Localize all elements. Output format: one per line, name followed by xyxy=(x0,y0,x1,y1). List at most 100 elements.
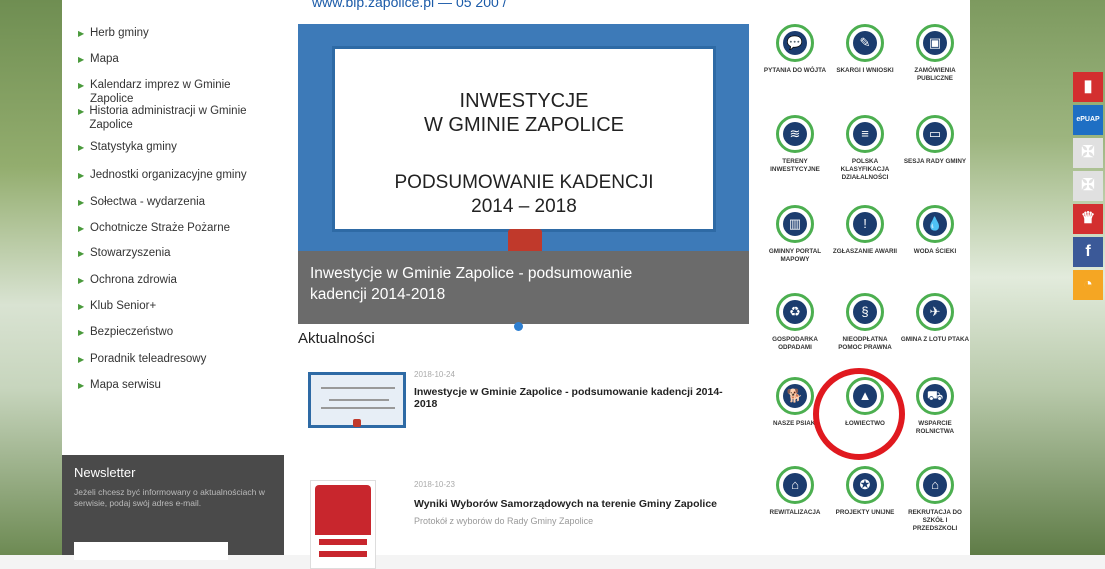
epuap-icon[interactable]: ePUAP xyxy=(1073,105,1103,135)
slider-pager-dot[interactable] xyxy=(514,322,523,331)
poland-emblem-icon[interactable]: ♛ xyxy=(1073,204,1103,234)
eu-stars-icon: ✪ xyxy=(853,473,877,497)
chevron-right-icon: ▶ xyxy=(78,198,85,207)
newsletter-box: Newsletter Jeżeli chcesz być informowany… xyxy=(62,455,284,560)
quick-link-tile[interactable]: 💧 WODA ŚCIEKI xyxy=(900,205,970,256)
tile-circle[interactable]: ⌂ xyxy=(776,466,814,504)
tile-circle[interactable]: ! xyxy=(846,205,884,243)
emblem2-icon[interactable]: ✠ xyxy=(1073,171,1103,201)
slide-crest-icon xyxy=(508,229,542,251)
tile-circle[interactable]: ▥ xyxy=(776,205,814,243)
tile-circle[interactable]: ✎ xyxy=(846,24,884,62)
quick-link-tile[interactable]: ⛟ WSPARCIE ROLNICTWA xyxy=(900,377,970,436)
chat-icon: 💬 xyxy=(783,31,807,55)
tile-circle[interactable]: 💧 xyxy=(916,205,954,243)
sidebar-item-label: Poradnik teleadresowy xyxy=(90,353,207,365)
sidebar-item[interactable]: ▶ Sołectwa - wydarzenia xyxy=(62,195,284,209)
quick-link-tile[interactable]: ✈ GMINA Z LOTU PTAKA xyxy=(900,293,970,344)
quick-link-tile[interactable]: ⌂ REWITALIZACJA xyxy=(760,466,830,517)
news-title[interactable]: Inwestycje w Gminie Zapolice - podsumowa… xyxy=(414,386,734,410)
quick-link-tile[interactable]: ✪ PROJEKTY UNIJNE xyxy=(830,466,900,517)
tile-label: TERENY INWESTYCYJNE xyxy=(770,158,820,173)
sidebar-item[interactable]: ▶ Statystyka gminy xyxy=(62,140,284,154)
money-icon: ▣ xyxy=(923,31,947,55)
sidebar-item[interactable]: ▶ Herb gminy xyxy=(62,26,284,40)
tile-label: PROJEKTY UNIJNE xyxy=(835,509,895,516)
building-icon: ⌂ xyxy=(783,473,807,497)
tile-label: ZAMÓWIENIA PUBLICZNE xyxy=(914,67,956,82)
quick-link-tile[interactable]: ! ZGŁASZANIE AWARII xyxy=(830,205,900,256)
quick-link-tile[interactable]: ♻ GOSPODARKA ODPADAMI xyxy=(760,293,830,352)
sidebar-item-label: Mapa serwisu xyxy=(90,379,161,391)
sidebar-item[interactable]: ▶ Historia administracji w Gminie Zapolic… xyxy=(62,104,284,132)
sidebar-item-label: Ochrona zdrowia xyxy=(90,274,177,286)
news-thumbnail[interactable] xyxy=(308,372,406,428)
tile-label: REKRUTACJA DO SZKÓŁ I PRZEDSZKOLI xyxy=(908,509,962,532)
bip-icon[interactable]: ▮ xyxy=(1073,72,1103,102)
sidebar-item-label: Statystyka gminy xyxy=(90,141,177,153)
quick-links-grid: 💬 PYTANIA DO WÓJTA ✎ SKARGI I WNIOSKI ▣ ZAMÓW… xyxy=(760,12,970,555)
quick-link-tile[interactable]: ⌂ REKRUTACJA DO SZKÓŁ I PRZEDSZKOLI xyxy=(900,466,970,533)
background-landscape-left xyxy=(0,0,62,555)
sidebar-item-label: Ochotnicze Straże Pożarne xyxy=(90,222,230,234)
tile-circle[interactable]: ≋ xyxy=(776,115,814,153)
quick-link-tile[interactable]: ▥ GMINNY PORTAL MAPOWY xyxy=(760,205,830,264)
tile-circle[interactable]: ⌂ xyxy=(916,466,954,504)
sidebar-item[interactable]: ▶ Kalendarz imprez w Gminie Zapolice xyxy=(62,78,284,106)
emblem-icon[interactable]: ✠ xyxy=(1073,138,1103,168)
sidebar-item[interactable]: ▶ Ochrona zdrowia xyxy=(62,273,284,287)
sidebar-item[interactable]: ▶ Poradnik teleadresowy xyxy=(62,352,284,366)
sidebar-item-label: Sołectwa - wydarzenia xyxy=(90,196,206,208)
quick-link-tile[interactable]: ≡ POLSKA KLASYFIKACJA DZIAŁALNOŚCI xyxy=(830,115,900,182)
school-icon: ⌂ xyxy=(923,473,947,497)
crest-icon xyxy=(353,419,361,427)
facebook-icon[interactable]: f xyxy=(1073,237,1103,267)
news-title[interactable]: Wyniki Wyborów Samorządowych na terenie … xyxy=(414,498,744,510)
sidebar-item[interactable]: ▶ Ochotnicze Straże Pożarne xyxy=(62,221,284,235)
tile-circle[interactable]: ⛟ xyxy=(916,377,954,415)
main-content: INWESTYCJE W GMINIE ZAPOLICE PODSUMOWANI… xyxy=(284,12,760,569)
sidebar-item[interactable]: ▶ Bezpieczeństwo xyxy=(62,325,284,339)
quick-link-tile[interactable]: ✎ SKARGI I WNIOSKI xyxy=(830,24,900,75)
tile-circle[interactable]: 💬 xyxy=(776,24,814,62)
monitor-icon: ▭ xyxy=(923,122,947,146)
tile-label: SESJA RADY GMINY xyxy=(903,158,967,165)
plane-icon: ✈ xyxy=(923,300,947,324)
newsletter-title: Newsletter xyxy=(74,465,136,480)
top-link-strip: www.bip.zapolice.pl — 05 200 / xyxy=(62,0,970,12)
quick-link-tile[interactable]: ≋ TERENY INWESTYCYJNE xyxy=(760,115,830,174)
quick-link-tile[interactable]: ▭ SESJA RADY GMINY xyxy=(900,115,970,166)
sidebar-item[interactable]: ▶ Stowarzyszenia xyxy=(62,246,284,260)
tile-circle[interactable]: ▣ xyxy=(916,24,954,62)
tile-circle[interactable]: ✪ xyxy=(846,466,884,504)
sidebar-item[interactable]: ▶ Mapa xyxy=(62,52,284,66)
quick-link-tile[interactable]: § NIEODPŁATNA POMOC PRAWNA xyxy=(830,293,900,352)
tractor-icon: ⛟ xyxy=(923,384,947,408)
tile-circle[interactable]: ♻ xyxy=(776,293,814,331)
chevron-right-icon: ▶ xyxy=(78,328,85,337)
tile-circle[interactable]: ▭ xyxy=(916,115,954,153)
quick-link-tile[interactable]: ▣ ZAMÓWIENIA PUBLICZNE xyxy=(900,24,970,83)
sidebar-item-label: Bezpieczeństwo xyxy=(90,326,174,338)
tile-circle[interactable]: § xyxy=(846,293,884,331)
sidebar-item[interactable]: ▶ Klub Senior+ xyxy=(62,299,284,313)
news-slider[interactable]: INWESTYCJE W GMINIE ZAPOLICE PODSUMOWANI… xyxy=(298,24,749,331)
sidebar-item-label: Herb gminy xyxy=(90,27,149,39)
database-icon: ≡ xyxy=(853,122,877,146)
top-link[interactable]: www.bip.zapolice.pl — 05 200 / xyxy=(312,0,507,10)
sidebar-item[interactable]: ▶ Mapa serwisu xyxy=(62,378,284,392)
tile-label: GOSPODARKA ODPADAMI xyxy=(772,336,818,351)
tile-circle[interactable]: ≡ xyxy=(846,115,884,153)
quick-link-tile[interactable]: 💬 PYTANIA DO WÓJTA xyxy=(760,24,830,75)
newsletter-email-input[interactable] xyxy=(74,542,228,560)
tile-circle[interactable]: ✈ xyxy=(916,293,954,331)
sidebar-item[interactable]: ▶ Jednostki organizacyjne gminy xyxy=(62,168,284,182)
chevron-right-icon: ▶ xyxy=(78,107,85,116)
slide-line-1: INWESTYCJE xyxy=(459,90,589,112)
chevron-right-icon: ▶ xyxy=(78,81,85,90)
tile-label: PYTANIA DO WÓJTA xyxy=(763,67,827,74)
news-thumbnail-crest[interactable] xyxy=(310,480,376,569)
news-excerpt: Protokół z wyborów do Rady Gminy Zapolic… xyxy=(414,516,594,526)
rss-icon[interactable]: ◔ xyxy=(1073,270,1103,300)
chevron-right-icon: ▶ xyxy=(78,55,85,64)
